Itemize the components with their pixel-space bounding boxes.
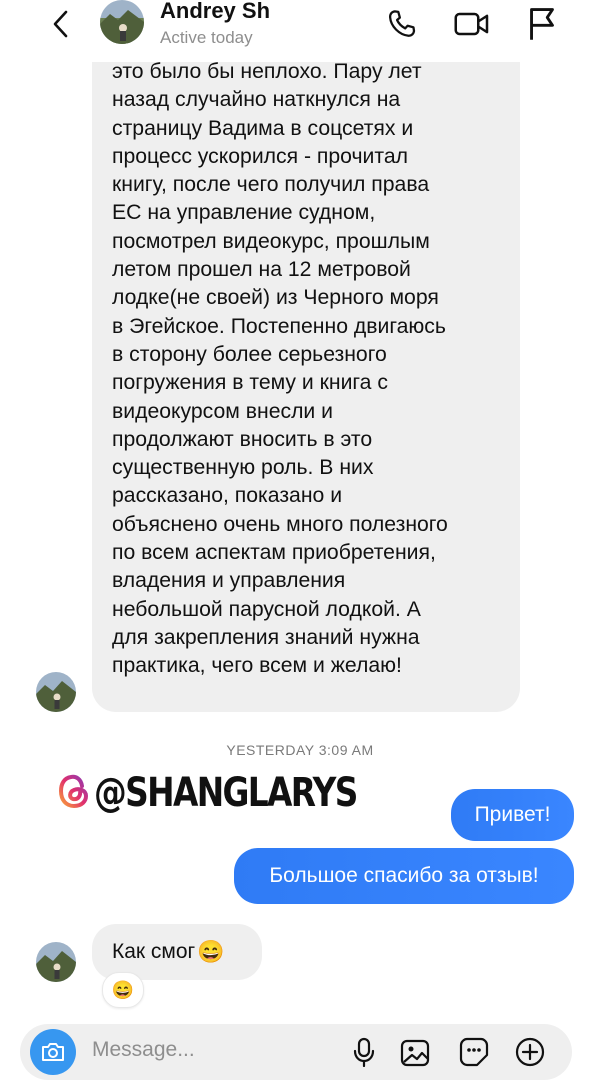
reaction-badge[interactable]: 😄: [102, 972, 144, 1008]
back-icon[interactable]: [44, 4, 76, 44]
chat-header: Andrey Sh Active today: [0, 0, 600, 62]
video-call-icon[interactable]: [452, 4, 492, 44]
sticker-icon[interactable]: [456, 1034, 492, 1070]
sent-message-bubble[interactable]: Привет!: [451, 789, 574, 841]
timestamp: YESTERDAY 3:09 AM: [226, 742, 374, 758]
received-message-bubble[interactable]: это было бы неплохо. Пару лет назад случ…: [92, 36, 520, 712]
message-text: Большое спасибо за отзыв!: [269, 864, 539, 887]
message-text: Привет!: [474, 803, 551, 826]
microphone-icon[interactable]: [346, 1034, 382, 1070]
message-composer: [20, 1024, 572, 1080]
report-flag-icon[interactable]: [522, 4, 562, 44]
threads-logo-icon: [58, 772, 90, 815]
watermark-text: @SHANGLARYS: [94, 770, 358, 816]
message-text: это было бы неплохо. Пару лет назад случ…: [112, 60, 448, 678]
message-text: Как смог: [112, 940, 196, 963]
avatar[interactable]: [36, 672, 76, 712]
gallery-icon[interactable]: [398, 1034, 434, 1070]
activity-status: Active today: [160, 28, 253, 47]
grinning-emoji: 😄: [197, 939, 225, 964]
message-input[interactable]: [92, 1038, 312, 1062]
phone-icon[interactable]: [382, 4, 422, 44]
watermark: @SHANGLARYS: [58, 768, 414, 818]
add-icon[interactable]: [512, 1034, 548, 1070]
camera-icon[interactable]: [30, 1029, 76, 1075]
avatar[interactable]: [36, 942, 76, 982]
contact-name[interactable]: Andrey Sh: [160, 0, 270, 24]
reaction-emoji: 😄: [111, 979, 135, 1000]
sent-message-bubble[interactable]: Большое спасибо за отзыв!: [234, 848, 574, 904]
avatar[interactable]: [100, 0, 144, 44]
